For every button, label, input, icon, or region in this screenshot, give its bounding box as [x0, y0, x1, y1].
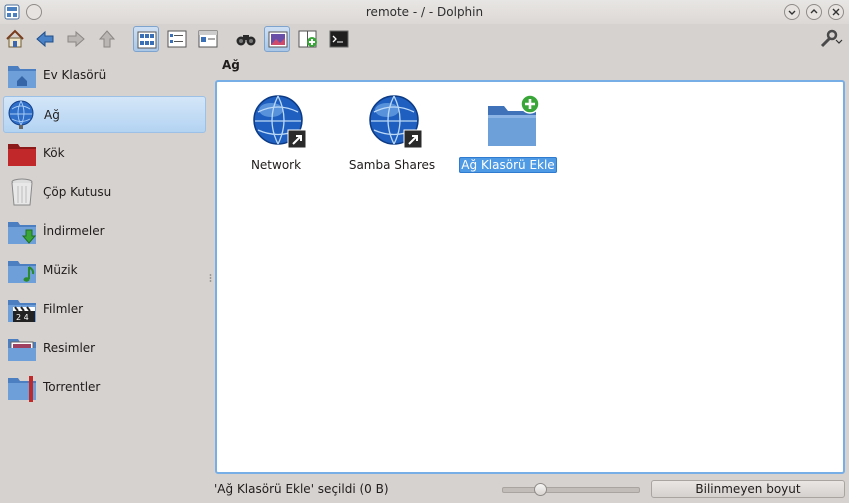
- terminal-button[interactable]: [326, 26, 352, 52]
- file-view[interactable]: Network Samba Shares Ağ Klasörü Ekle: [215, 80, 845, 474]
- arrow-left-icon: [36, 30, 54, 48]
- place-pictures[interactable]: Resimler: [3, 330, 206, 367]
- places-panel: Ev Klasörü Ağ Kök Çöp Kutusu İndirmeler …: [0, 56, 209, 503]
- place-downloads[interactable]: İndirmeler: [3, 213, 206, 250]
- globe-link-icon: [369, 95, 423, 149]
- videos-folder-icon: 2 4: [8, 300, 36, 322]
- configure-button[interactable]: [816, 26, 843, 52]
- svg-text:2 4: 2 4: [16, 313, 29, 322]
- place-home[interactable]: Ev Klasörü: [3, 57, 206, 94]
- network-icon: [8, 100, 34, 129]
- pictures-folder-icon: [8, 339, 36, 361]
- icons-view-button[interactable]: [133, 26, 159, 52]
- place-label: İndirmeler: [43, 224, 105, 238]
- panel-splitter[interactable]: [209, 272, 212, 282]
- split-button[interactable]: [295, 26, 321, 52]
- back-button[interactable]: [32, 26, 58, 52]
- downloads-folder-icon: [8, 222, 37, 244]
- place-label: Torrentler: [43, 380, 101, 394]
- place-label: Kök: [43, 146, 65, 160]
- window-title: remote - / - Dolphin: [365, 5, 484, 19]
- find-button[interactable]: [233, 26, 259, 52]
- compact-view-icon: [167, 30, 187, 48]
- wrench-icon: [820, 29, 843, 48]
- root-folder-icon: [8, 144, 36, 166]
- file-name: Ağ Klasörü Ekle: [450, 157, 566, 173]
- split-view-icon: [298, 30, 317, 48]
- zoom-slider-handle[interactable]: [534, 483, 547, 496]
- details-view-button[interactable]: [195, 26, 221, 52]
- place-network[interactable]: Ağ: [3, 96, 206, 133]
- preview-button[interactable]: [264, 26, 290, 52]
- globe-link-icon: [253, 95, 307, 149]
- binoculars-icon: [236, 35, 256, 46]
- place-label: Ev Klasörü: [43, 68, 107, 82]
- place-trash[interactable]: Çöp Kutusu: [3, 174, 206, 211]
- trash-icon: [11, 178, 33, 206]
- place-root[interactable]: Kök: [3, 135, 206, 172]
- file-item[interactable]: Samba Shares: [334, 90, 450, 180]
- home-folder-icon: [8, 66, 36, 88]
- home-icon: [6, 29, 24, 48]
- terminal-icon: [329, 30, 349, 48]
- icons-view-icon: [137, 31, 157, 49]
- main-toolbar: [0, 24, 849, 56]
- folder-add-icon: [488, 94, 540, 146]
- free-space-indicator: Bilinmeyen boyut: [651, 480, 845, 498]
- place-music[interactable]: Müzik: [3, 252, 206, 289]
- music-folder-icon: [8, 261, 36, 283]
- file-name: Network: [250, 158, 302, 172]
- arrow-up-icon: [98, 30, 116, 48]
- place-label: Ağ: [44, 108, 60, 122]
- file-name-highlight: Ağ Klasörü Ekle: [459, 157, 557, 173]
- place-label: Müzik: [43, 263, 78, 277]
- home-button[interactable]: [2, 26, 28, 52]
- details-view-icon: [198, 30, 218, 48]
- preview-icon: [268, 31, 288, 48]
- status-bar: 'Ağ Klasörü Ekle' seçildi (0 B) Bilinmey…: [214, 478, 847, 500]
- title-bar: remote - / - Dolphin: [0, 0, 849, 24]
- minimize-button[interactable]: [784, 4, 800, 20]
- maximize-button[interactable]: [806, 4, 822, 20]
- close-button[interactable]: [828, 4, 844, 20]
- torrents-folder-icon: [8, 376, 36, 402]
- zoom-slider[interactable]: [502, 483, 640, 496]
- location-title: Ağ: [222, 58, 240, 72]
- place-label: Çöp Kutusu: [43, 185, 112, 199]
- up-button[interactable]: [94, 26, 120, 52]
- place-label: Resimler: [43, 341, 96, 355]
- place-videos[interactable]: 2 4 Filmler: [3, 291, 206, 328]
- forward-button[interactable]: [63, 26, 89, 52]
- file-item-selected[interactable]: Ağ Klasörü Ekle: [450, 90, 566, 180]
- compact-view-button[interactable]: [164, 26, 190, 52]
- file-name: Samba Shares: [348, 158, 436, 172]
- arrow-right-icon: [67, 30, 85, 48]
- place-label: Filmler: [43, 302, 84, 316]
- place-torrents[interactable]: Torrentler: [3, 369, 206, 406]
- status-text: 'Ağ Klasörü Ekle' seçildi (0 B): [214, 482, 389, 496]
- file-item[interactable]: Network: [218, 90, 334, 180]
